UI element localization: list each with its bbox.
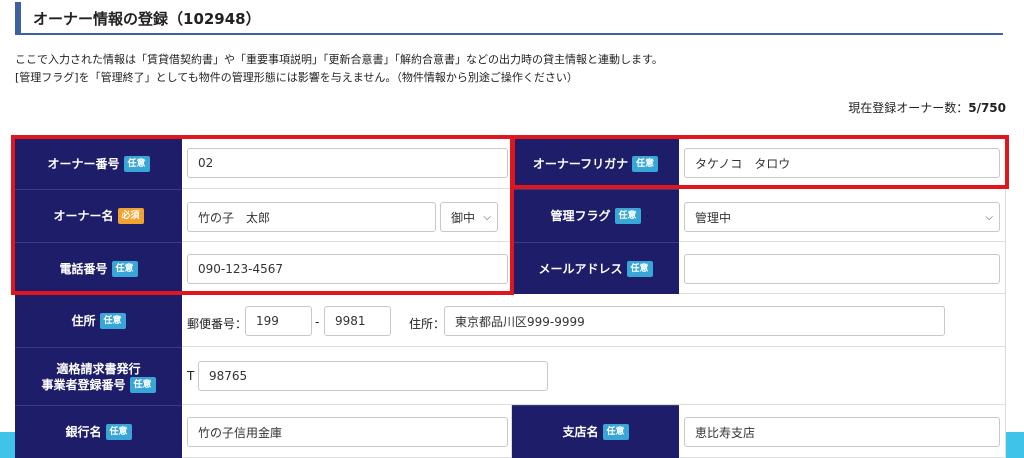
optional-badge: 任意 xyxy=(123,155,150,172)
owner-number-label: オーナー番号 xyxy=(47,156,120,171)
optional-badge: 任意 xyxy=(626,260,653,277)
owner-count-label: 現在登録オーナー数： xyxy=(848,101,969,115)
page-title: オーナー情報の登録（102948） xyxy=(33,10,261,28)
postal-code-1-input[interactable]: 199 xyxy=(245,306,312,336)
optional-badge: 任意 xyxy=(105,424,132,440)
email-label: メールアドレス xyxy=(538,261,623,276)
owner-name-header: オーナー名 必須 xyxy=(15,189,182,242)
phone-label: 電話番号 xyxy=(59,261,108,276)
page-title-bar: オーナー情報の登録（102948） xyxy=(15,2,1003,35)
management-flag-label: 管理フラグ xyxy=(550,209,611,223)
chevron-down-icon: ⌵ xyxy=(483,211,491,223)
owner-number-input[interactable]: 02 xyxy=(187,148,508,178)
postal-code-label: 郵便番号： xyxy=(187,317,248,331)
optional-badge: 任意 xyxy=(602,424,629,440)
chevron-down-icon: ⌵ xyxy=(985,211,993,223)
phone-header: 電話番号 任意 xyxy=(15,242,182,294)
description-line-2: [管理フラグ]を「管理終了」としても物件の管理形態には影響を与えません。（物件情… xyxy=(15,71,578,84)
branch-label: 支店名 xyxy=(562,425,599,439)
bank-label: 銀行名 xyxy=(65,425,102,439)
optional-badge: 任意 xyxy=(111,260,138,277)
postal-code-2-input[interactable]: 9981 xyxy=(324,306,391,336)
optional-badge: 任意 xyxy=(129,376,156,393)
invoice-label-line-1: 適格請求書発行 xyxy=(56,361,141,376)
owner-registration-panel: オーナー情報の登録（102948） ここで入力された情報は「賃貸借契約書」や「重… xyxy=(0,0,1024,458)
invoice-number-input[interactable]: 98765 xyxy=(198,361,548,391)
management-flag-value: 管理中 xyxy=(695,210,732,225)
address-input[interactable]: 東京都品川区999-9999 xyxy=(444,306,945,336)
bank-name-input[interactable]: 竹の子信用金庫 xyxy=(187,417,508,447)
management-flag-select[interactable]: 管理中 ⌵ xyxy=(684,202,1000,232)
honorific-select[interactable]: 御中 ⌵ xyxy=(440,202,498,232)
address-field-label: 住所： xyxy=(409,317,446,331)
optional-badge: 任意 xyxy=(614,208,641,224)
optional-badge: 任意 xyxy=(99,313,126,329)
address-header: 住所 任意 xyxy=(15,294,182,347)
owner-count: 現在登録オーナー数：5/750 xyxy=(848,99,1006,116)
honorific-value: 御中 xyxy=(451,210,476,225)
owner-furigana-label: オーナーフリガナ xyxy=(532,156,629,171)
phone-input[interactable]: 090-123-4567 xyxy=(187,254,508,284)
optional-badge: 任意 xyxy=(632,155,659,172)
owner-furigana-input[interactable]: タケノコ タロウ xyxy=(684,148,1000,178)
required-badge: 必須 xyxy=(117,208,144,224)
invoice-prefix: T xyxy=(187,369,195,383)
address-label: 住所 xyxy=(71,314,96,328)
owner-number-header: オーナー番号 任意 xyxy=(15,138,182,189)
branch-name-input[interactable]: 恵比寿支店 xyxy=(684,417,1000,447)
owner-name-input[interactable]: 竹の子 太郎 xyxy=(187,202,436,232)
owner-name-label: オーナー名 xyxy=(53,209,114,223)
owner-furigana-header: オーナーフリガナ 任意 xyxy=(512,138,679,189)
owner-count-value: 5/750 xyxy=(968,101,1006,115)
management-flag-header: 管理フラグ 任意 xyxy=(512,189,679,242)
postal-code-separator: - xyxy=(315,315,320,329)
email-header: メールアドレス 任意 xyxy=(512,242,679,294)
invoice-label-row: 事業者登録番号 任意 xyxy=(41,376,156,393)
invoice-header: 適格請求書発行 事業者登録番号 任意 xyxy=(15,347,182,405)
email-input[interactable] xyxy=(684,254,1000,284)
owner-form: オーナー番号 任意 02 オーナーフリガナ 任意 タケノコ タロウ オーナー名 … xyxy=(15,137,1006,458)
invoice-label-line-2: 事業者登録番号 xyxy=(41,377,126,392)
description-line-1: ここで入力された情報は「賃貸借契約書」や「重要事項説明」「更新合意書」「解約合意… xyxy=(15,53,663,66)
